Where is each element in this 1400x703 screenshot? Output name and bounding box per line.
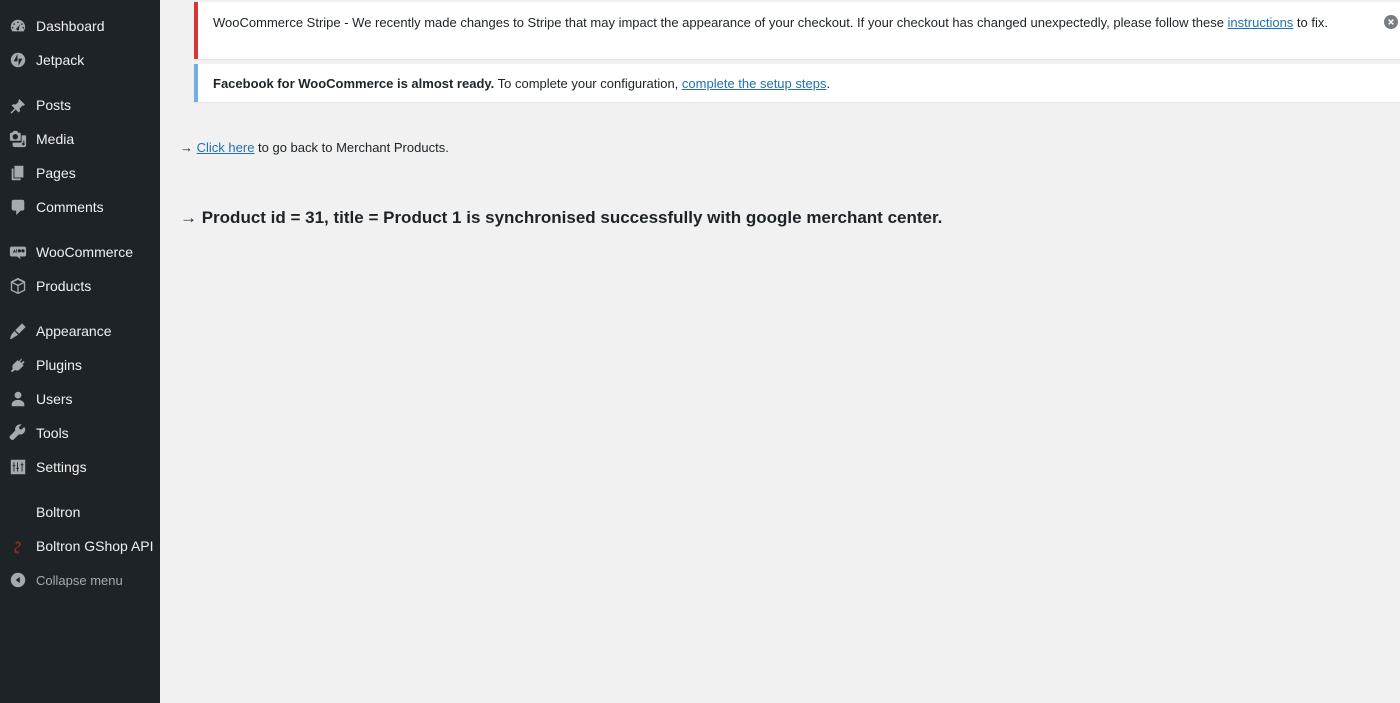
stripe-notice-text: WooCommerce Stripe - We recently made ch… (213, 15, 1228, 30)
sidebar-item-users[interactable]: Users (0, 382, 160, 416)
comment-icon (0, 190, 36, 224)
products-box-icon (0, 269, 36, 303)
facebook-notice-end: . (826, 76, 831, 91)
sidebar-item-settings[interactable]: Settings (0, 450, 160, 484)
user-icon (0, 382, 36, 416)
jetpack-icon (0, 43, 36, 77)
main-content: WooCommerce Stripe - We recently made ch… (160, 0, 1400, 703)
sidebar-item-label: Appearance (36, 323, 112, 339)
setup-steps-link[interactable]: complete the setup steps (682, 76, 827, 91)
sidebar-item-comments[interactable]: Comments (0, 190, 160, 224)
sidebar-item-products[interactable]: Products (0, 269, 160, 303)
admin-sidebar: Dashboard Jetpack Posts Media Pages Comm… (0, 0, 160, 703)
stripe-notice: WooCommerce Stripe - We recently made ch… (194, 2, 1400, 59)
sidebar-item-label: Settings (36, 459, 87, 475)
dismiss-notice-icon[interactable] (1384, 15, 1398, 29)
sidebar-item-label: Jetpack (36, 52, 85, 68)
sidebar-item-label: Products (36, 278, 92, 294)
sidebar-item-appearance[interactable]: Appearance (0, 314, 160, 348)
back-to-products-line: → Click here to go back to Merchant Prod… (180, 140, 449, 155)
sidebar-item-label: Tools (36, 425, 69, 441)
sidebar-item-label: WooCommerce (36, 244, 133, 260)
brush-icon (0, 314, 36, 348)
sidebar-item-label: Boltron GShop API (36, 538, 154, 554)
stripe-notice-text-end: to fix. (1293, 15, 1328, 30)
sidebar-item-dashboard[interactable]: Dashboard (0, 9, 160, 43)
pages-icon (0, 156, 36, 190)
sidebar-item-woocommerce[interactable]: WooCommerce (0, 235, 160, 269)
pin-icon (0, 88, 36, 122)
sidebar-item-label: Pages (36, 165, 76, 181)
sidebar-item-label: Plugins (36, 357, 82, 373)
sidebar-item-boltron[interactable]: Boltron (0, 495, 160, 529)
facebook-notice-text: To complete your configuration, (494, 76, 682, 91)
sidebar-item-media[interactable]: Media (0, 122, 160, 156)
sync-result-message: → Product id = 31, title = Product 1 is … (180, 208, 943, 227)
collapse-menu-label: Collapse menu (36, 572, 123, 588)
sidebar-item-label: Media (36, 131, 75, 147)
sidebar-item-label: Comments (36, 199, 104, 215)
media-icon (0, 122, 36, 156)
back-arrow-icon: → (180, 140, 193, 155)
sliders-icon (0, 450, 36, 484)
sidebar-item-boltron-gshop-api[interactable]: Boltron GShop API (0, 529, 160, 563)
boltron-logo-icon (0, 529, 36, 563)
wrench-icon (0, 416, 36, 450)
dashboard-icon (0, 9, 36, 43)
blank-icon-space (0, 495, 36, 529)
plug-icon (0, 348, 36, 382)
sidebar-item-tools[interactable]: Tools (0, 416, 160, 450)
sidebar-item-label: Users (36, 391, 73, 407)
sidebar-item-label: Posts (36, 97, 72, 113)
facebook-notice: Facebook for WooCommerce is almost ready… (194, 64, 1400, 102)
collapse-menu-button[interactable]: Collapse menu (0, 563, 160, 597)
facebook-notice-title: Facebook for WooCommerce is almost ready… (213, 76, 495, 91)
sidebar-item-plugins[interactable]: Plugins (0, 348, 160, 382)
instructions-link[interactable]: instructions (1228, 15, 1294, 30)
sidebar-item-jetpack[interactable]: Jetpack (0, 43, 160, 77)
sidebar-item-label: Boltron (36, 504, 81, 520)
click-here-link[interactable]: Click here (197, 140, 255, 155)
sidebar-item-label: Dashboard (36, 18, 105, 34)
collapse-arrow-icon (0, 563, 36, 597)
sidebar-item-posts[interactable]: Posts (0, 88, 160, 122)
woocommerce-icon (0, 235, 36, 269)
back-text: to go back to Merchant Products. (254, 140, 449, 155)
sidebar-item-pages[interactable]: Pages (0, 156, 160, 190)
